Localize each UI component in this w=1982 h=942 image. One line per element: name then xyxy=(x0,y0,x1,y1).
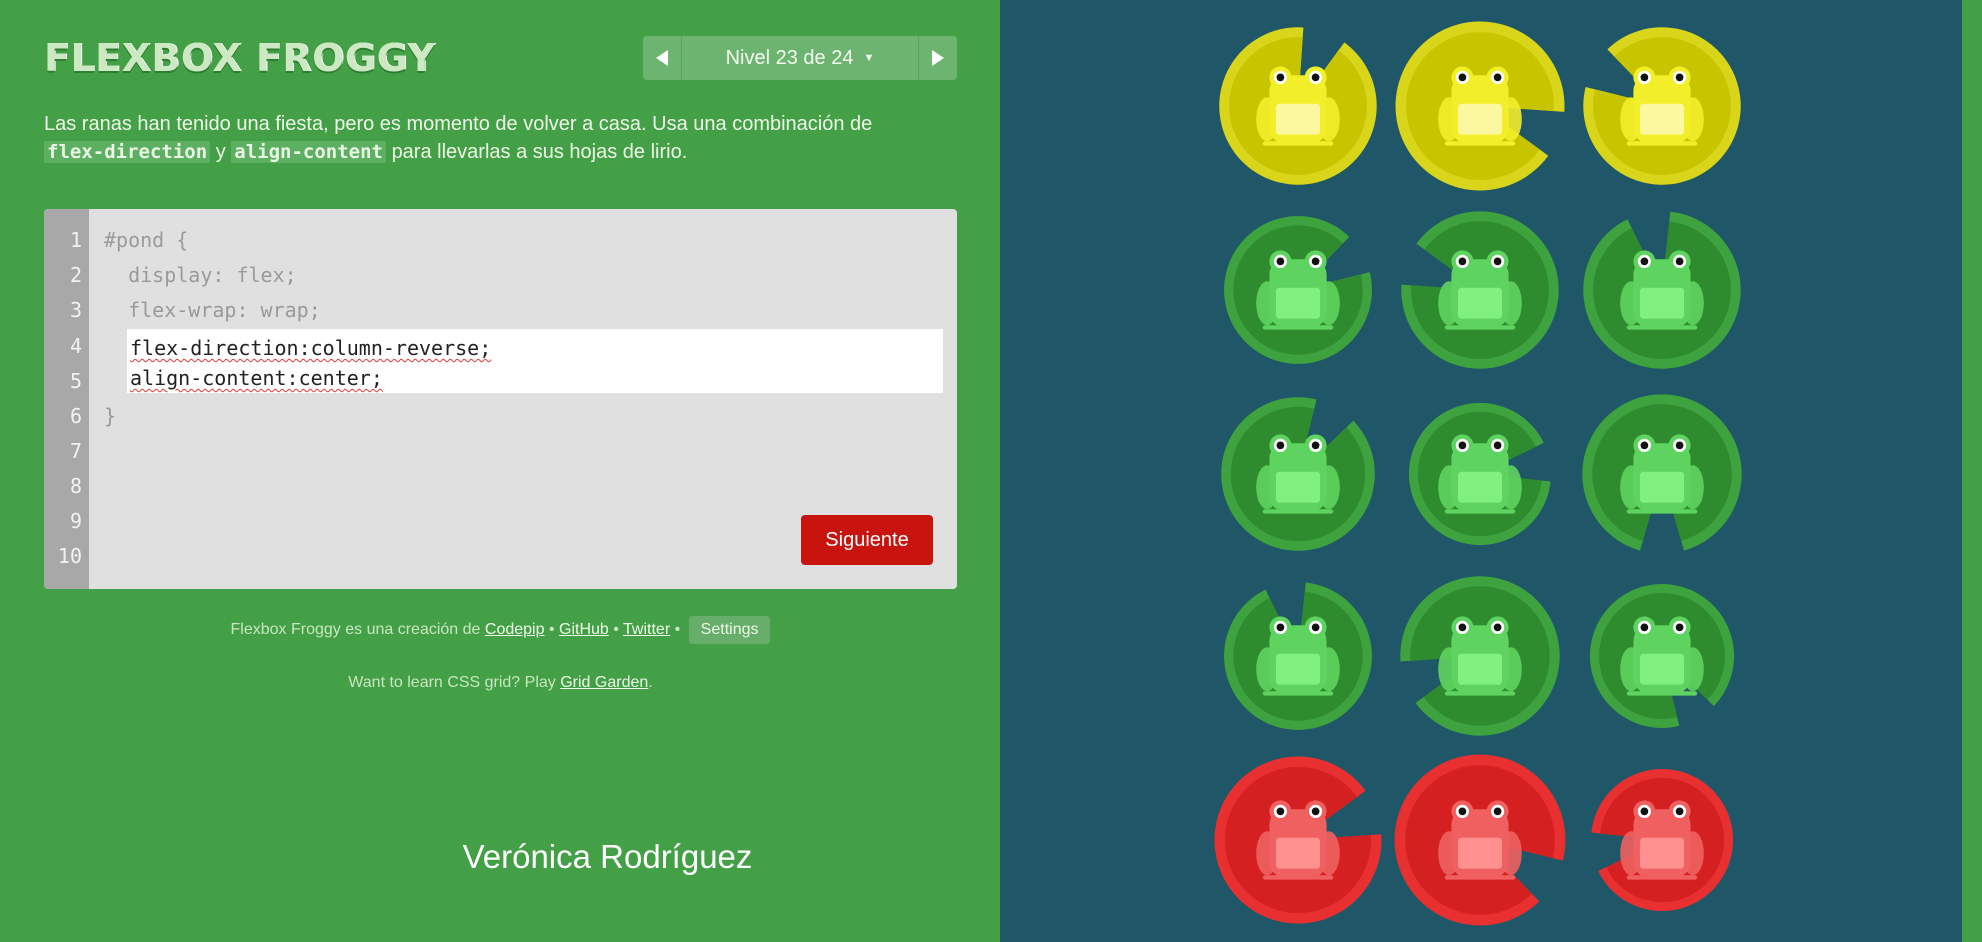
line-number: 8 xyxy=(69,474,82,498)
level-selector[interactable]: Nivel 23 de 24 ▼ xyxy=(682,36,918,80)
next-button[interactable]: Siguiente xyxy=(801,515,933,565)
instructions-text-2: y xyxy=(215,141,226,163)
red-frog xyxy=(1256,800,1340,880)
line-number: 3 xyxy=(69,298,82,322)
line-number: 5 xyxy=(69,369,82,393)
css-input-text: align-content:center; xyxy=(130,366,383,390)
code-line: flex-wrap: wrap; xyxy=(104,298,321,322)
promo-text: Want to learn CSS grid? Play xyxy=(348,674,556,691)
line-number: 2 xyxy=(69,263,82,287)
green-frog xyxy=(1620,434,1704,514)
css-input-line-1: flex-direction:column-reverse; xyxy=(130,336,491,360)
twitter-link[interactable]: Twitter xyxy=(623,621,670,638)
triangle-right-icon xyxy=(932,50,944,66)
line-number: 1 xyxy=(69,228,82,252)
line-number: 4 xyxy=(69,334,82,358)
pond xyxy=(1000,0,1962,942)
separator: • xyxy=(674,621,681,638)
green-frog xyxy=(1256,434,1340,514)
code-line: #pond { xyxy=(104,228,189,252)
red-frog xyxy=(1620,800,1704,880)
level-label: Nivel 23 de 24 xyxy=(725,46,854,69)
line-number-gutter: 1 2 3 4 5 6 7 8 9 10 xyxy=(44,209,89,589)
green-frog xyxy=(1256,250,1340,330)
red-frog xyxy=(1438,800,1522,880)
green-frog xyxy=(1438,616,1522,696)
github-link[interactable]: GitHub xyxy=(559,621,609,638)
separator: • xyxy=(548,621,555,638)
line-number: 6 xyxy=(69,404,82,428)
code-line: } xyxy=(104,404,117,428)
settings-button[interactable]: Settings xyxy=(688,616,771,644)
green-frog xyxy=(1620,616,1704,696)
instructions-text-1: Las ranas han tenido una fiesta, pero es… xyxy=(44,113,873,135)
app-title: FLEXBOX FROGGY xyxy=(44,36,436,80)
line-number: 7 xyxy=(69,439,82,463)
green-frog xyxy=(1620,250,1704,330)
right-edge-strip xyxy=(1962,0,1982,942)
yellow-frog xyxy=(1256,66,1340,146)
css-input-text: flex-direction:column-reverse; xyxy=(130,336,492,360)
next-level-button[interactable] xyxy=(918,36,957,80)
instructions-text-3: para llevarlas a sus hojas de lirio. xyxy=(391,141,688,163)
green-frog xyxy=(1438,250,1522,330)
credit-text: Flexbox Froggy es una creación de xyxy=(230,621,481,638)
credits: Flexbox Froggy es una creación de Codepi… xyxy=(44,616,957,644)
line-number: 10 xyxy=(57,544,82,568)
game-panel: FLEXBOX FROGGY Nivel 23 de 24 ▼ Las rana… xyxy=(0,0,1000,942)
level-navigation: Nivel 23 de 24 ▼ xyxy=(643,36,957,80)
css-input-line-2: align-content:center; xyxy=(130,366,383,390)
separator: • xyxy=(613,621,619,638)
keyword-flex-direction: flex-direction xyxy=(44,141,211,163)
previous-level-button[interactable] xyxy=(643,36,682,80)
keyword-align-content: align-content xyxy=(231,141,386,163)
yellow-frog xyxy=(1620,66,1704,146)
instructions: Las ranas han tenido una fiesta, pero es… xyxy=(44,110,944,166)
code-line: display: flex; xyxy=(104,263,297,287)
triangle-left-icon xyxy=(656,50,668,66)
promo-suffix: . xyxy=(648,674,653,691)
caret-down-icon: ▼ xyxy=(863,52,875,64)
grid-garden-promo: Want to learn CSS grid? Play Grid Garden… xyxy=(44,674,957,692)
grid-garden-link[interactable]: Grid Garden xyxy=(560,674,648,691)
yellow-frog xyxy=(1438,66,1522,146)
green-frog xyxy=(1256,616,1340,696)
green-frog xyxy=(1438,434,1522,514)
codepip-link[interactable]: Codepip xyxy=(485,621,545,638)
line-number: 9 xyxy=(69,509,82,533)
